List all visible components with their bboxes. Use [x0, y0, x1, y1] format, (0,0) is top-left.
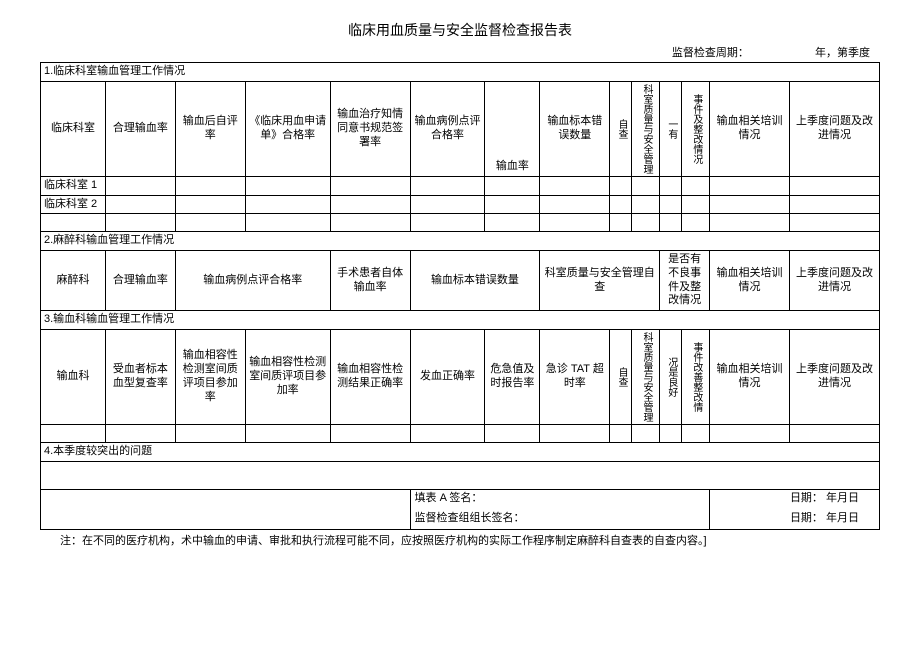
date2: 日期： 年月日: [710, 509, 880, 529]
leader-sign: 监督检查组组长签名：: [410, 509, 710, 529]
s2-c8: 输血相关培训情况: [710, 251, 790, 311]
s3-c9a: 自查: [610, 329, 632, 424]
s2-c5: 输血标本错误数量: [410, 251, 540, 311]
sec1-heading: 1.临床科室输血管理工作情况: [41, 63, 880, 82]
s2-c3: 输血病例点评合格率: [175, 251, 330, 311]
s3-c12: 上季度问题及改进情况: [790, 329, 880, 424]
s3-c10b: 事件改善整改情: [682, 329, 710, 424]
s1-c9a: 自查: [610, 81, 632, 176]
s3-c4: 输血相容性检测室间质评项目参加率: [245, 329, 330, 424]
period-row: 监督检查周期： 年，第季度: [40, 44, 880, 60]
s1-c7: 输血率: [485, 81, 540, 176]
s2-c6: 科室质量与安全管理自查: [540, 251, 660, 311]
s3-c8: 急诊 TAT 超时率: [540, 329, 610, 424]
period-label: 监督检查周期：: [672, 47, 749, 59]
s1-r2: 临床科室 2: [41, 195, 106, 214]
page-title: 临床用血质量与安全监督检查报告表: [40, 20, 880, 40]
main-table: 1.临床科室输血管理工作情况 临床科室 合理输血率 输血后自评率 《临床用血申请…: [40, 62, 880, 530]
sec2-heading: 2.麻醉科输血管理工作情况: [41, 232, 880, 251]
s2-c1: 麻醉科: [41, 251, 106, 311]
s3-c11: 输血相关培训情况: [710, 329, 790, 424]
s2-c4: 手术患者自体输血率: [330, 251, 410, 311]
s1-c5: 输血治疗知情同意书规范签署率: [330, 81, 410, 176]
sec3-heading: 3.输血科输血管理工作情况: [41, 311, 880, 330]
s3-c7: 危急值及时报告率: [485, 329, 540, 424]
s1-c1: 临床科室: [41, 81, 106, 176]
s1-c10b: 一有: [660, 81, 682, 176]
period-suffix: 年，第季度: [815, 47, 870, 59]
s1-c8: 输血标本错误数量: [540, 81, 610, 176]
s1-c3: 输血后自评率: [175, 81, 245, 176]
s3-c5: 输血相容性检测结果正确率: [330, 329, 410, 424]
s2-c9: 上季度问题及改进情况: [790, 251, 880, 311]
s1-c2: 合理输血率: [105, 81, 175, 176]
date1: 日期： 年月日: [710, 489, 880, 509]
s3-c2: 受血者标本血型复查率: [105, 329, 175, 424]
filler-sign: 填表 A 签名：: [410, 489, 710, 509]
s3-c1: 输血科: [41, 329, 106, 424]
s1-c9b: 科室质量与安全管理: [632, 81, 660, 176]
s1-c6: 输血病例点评合格率: [410, 81, 485, 176]
s1-c12: 上季度问题及改进情况: [790, 81, 880, 176]
s3-c3: 输血相容性检测室间质评项目参加率: [175, 329, 245, 424]
s3-c6: 发血正确率: [410, 329, 485, 424]
s1-c10a: 事件及整改情况: [682, 81, 710, 176]
sec4-heading: 4.本季度较突出的问题: [41, 442, 880, 461]
s3-c10a: 况是良好: [660, 329, 682, 424]
s1-c4: 《临床用血申请单》合格率: [245, 81, 330, 176]
s1-r1: 临床科室 1: [41, 176, 106, 195]
s2-c7: 是否有不良事件及整改情况: [660, 251, 710, 311]
s1-c11: 输血相关培训情况: [710, 81, 790, 176]
footnote: 注：在不同的医疗机构，术中输血的申请、审批和执行流程可能不同，应按照医疗机构的实…: [40, 534, 880, 549]
s2-c2: 合理输血率: [105, 251, 175, 311]
s3-c9b: 科室质量与安全管理: [632, 329, 660, 424]
